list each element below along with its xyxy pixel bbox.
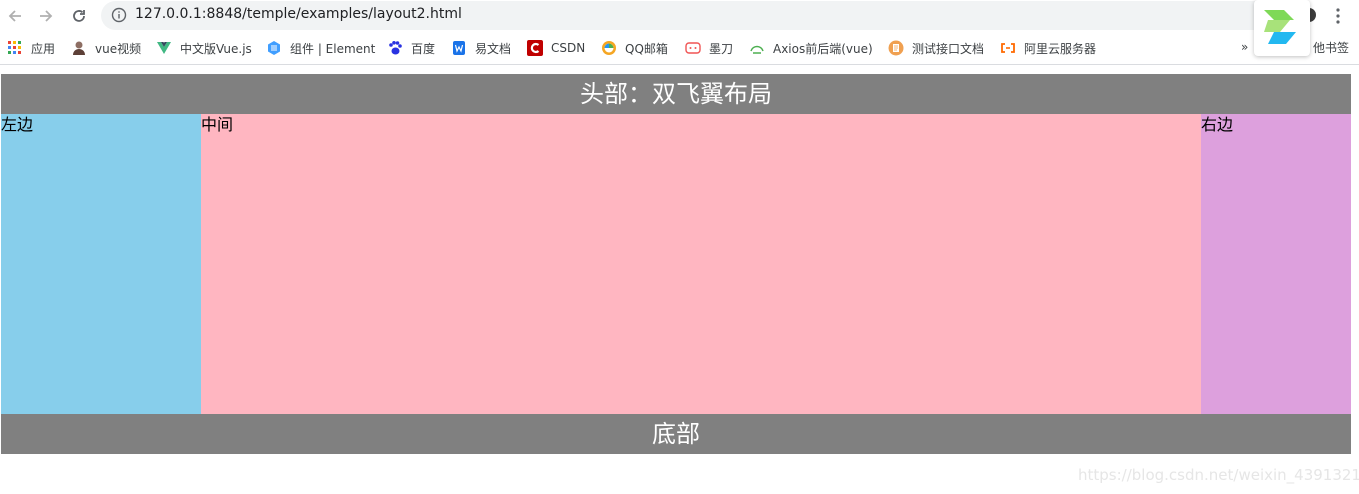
extension-button[interactable] [1254,0,1310,56]
bookmark-yiwendang[interactable]: 易文档 [451,38,511,58]
bookmark-label: 中文版Vue.js [180,41,252,56]
bookmark-label: QQ邮箱 [625,41,668,56]
reload-button[interactable] [67,4,91,28]
back-button[interactable] [3,4,27,28]
layout-header: 头部：双飞翼布局 [1,74,1351,114]
bookmark-label: 阿里云服务器 [1024,41,1097,56]
reload-icon [73,10,85,22]
qq-mail-icon [602,41,616,55]
bookmark-label: 应用 [31,41,56,56]
bookmark-modao[interactable]: 墨刀 [685,38,733,58]
bookmark-axios[interactable]: Axios前后端(vue) [749,38,873,58]
aliyun-icon [1001,43,1015,53]
back-arrow-icon [8,10,21,22]
bookmark-qqmail[interactable]: QQ邮箱 [601,38,668,58]
layout-left-column: 左边 [1,114,201,414]
browser-menu-button[interactable] [1328,5,1348,27]
more-bookmarks-button[interactable]: » [1241,40,1248,54]
document-icon [453,41,465,55]
bookmark-label: 组件 | Element [290,41,376,56]
bookmark-label: Axios前后端(vue) [773,41,873,56]
doc-orange-icon [888,40,904,56]
csdn-logo-icon [527,40,543,56]
bookmark-baidu[interactable]: 百度 [387,38,435,58]
layout-right-column: 右边 [1201,114,1351,414]
info-icon[interactable] [111,7,127,23]
vue-logo-icon [157,42,171,54]
bookmark-apps[interactable]: 应用 [7,38,55,58]
modao-icon [685,42,701,54]
bookmark-label: vue视频 [95,41,142,56]
bookmark-element[interactable]: 组件 | Element [266,38,375,58]
url-text[interactable]: 127.0.0.1:8848/temple/examples/layout2.h… [135,6,462,22]
bookmark-label: 墨刀 [709,41,734,56]
layout-center-column: 中间 [201,114,1201,414]
forward-arrow-icon [40,10,53,22]
layout-footer: 底部 [1,414,1351,454]
bookmark-label: CSDN [551,41,586,55]
bookmarks-bar: 应用 vue视频 中文版Vue.js 组件 | Element 百度 易文档 C… [0,32,1359,65]
extension-logo-icon [1264,10,1296,44]
bookmark-vue-video[interactable]: vue视频 [71,38,141,58]
watermark-text: https://blog.csdn.net/weixin_43913219 [1078,466,1359,484]
avatar-icon [73,41,85,55]
apps-grid-icon [8,41,21,54]
bookmark-label: 百度 [411,41,436,56]
forward-button[interactable] [34,4,58,28]
axios-icon [750,45,764,54]
element-logo-icon [268,41,280,55]
browser-toolbar: 127.0.0.1:8848/temple/examples/layout2.h… [0,0,1359,56]
bookmark-vue-docs[interactable]: 中文版Vue.js [156,38,252,58]
baidu-paw-icon [389,41,402,55]
bookmark-csdn[interactable]: CSDN [527,38,585,58]
address-bar[interactable]: 127.0.0.1:8848/temple/examples/layout2.h… [101,1,1301,30]
bookmark-label: 易文档 [475,41,512,56]
other-bookmarks-label[interactable]: 他书签 [1313,39,1349,56]
more-vert-icon [1336,8,1340,24]
bookmark-api-docs[interactable]: 测试接口文档 [888,38,984,58]
bookmark-aliyun[interactable]: 阿里云服务器 [1000,38,1096,58]
bookmark-label: 测试接口文档 [912,41,985,56]
page-content: 头部：双飞翼布局 左边 中间 右边 底部 https://blog.csdn.n… [0,66,1359,494]
